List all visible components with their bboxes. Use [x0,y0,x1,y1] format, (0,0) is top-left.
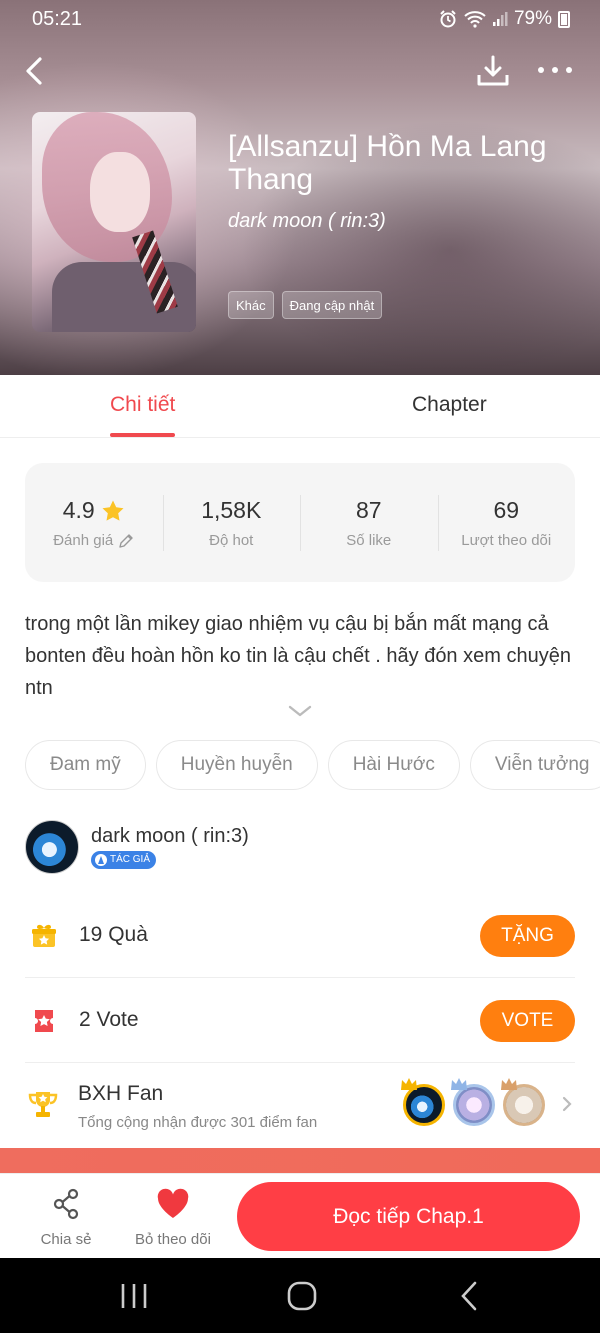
share-icon [53,1188,79,1220]
fan-avatar[interactable] [451,1078,495,1126]
system-navigation-bar [0,1258,600,1333]
gift-count: 19 [79,923,103,946]
author-name[interactable]: dark moon ( rin:3) [91,825,249,848]
badge-icon [95,854,107,866]
fan-avatar[interactable] [401,1078,445,1126]
back-chevron-icon [461,1281,477,1311]
unfollow-label: Bỏ theo dõi [135,1231,211,1248]
share-label: Chia sẻ [40,1231,92,1248]
genre-chip[interactable]: Viễn tưởng [469,740,600,790]
gift-label: Quà [108,923,148,946]
more-dot-icon [538,67,544,73]
gift-icon [32,924,56,947]
story-cover-image[interactable] [32,112,196,332]
stats-panel: 4.9 Đánh giá 1,58K Độ hot 87 Số like 69 … [25,463,575,582]
edit-pencil-icon [119,533,133,548]
trophy-icon [28,1092,58,1117]
stat-likes: 87 Số like [300,463,438,582]
back-button[interactable] [20,52,52,90]
vote-label: Vote [96,1008,139,1031]
home-button[interactable] [282,1280,322,1312]
status-icons: 79% [438,8,570,30]
battery-percent: 79% [513,8,552,29]
continue-reading-button[interactable]: Đọc tiếp Chap.1 [237,1182,580,1251]
hot-label: Độ hot [209,532,254,549]
fan-ranking-subtitle: Tổng cộng nhận được 301 điểm fan [78,1114,318,1131]
bottom-action-bar: Chia sẻ Bỏ theo dõi Đọc tiếp Chap.1 [0,1173,600,1258]
chevron-right-icon [562,1096,572,1112]
genre-chip[interactable]: Huyền huyễn [155,740,318,790]
tag-status: Đang cập nhật [281,291,383,319]
fan-avatar[interactable] [501,1078,545,1126]
rating-value: 4.9 [62,497,95,523]
rating-label: Đánh giá [53,532,114,549]
vote-row: 2 Vote VOTE [25,978,575,1063]
likes-label: Số like [346,532,392,549]
vote-button[interactable]: VOTE [480,1000,575,1042]
stat-follows: 69 Lượt theo dõi [437,463,576,582]
star-icon [102,500,124,521]
story-author[interactable]: dark moon ( rin:3) [228,210,386,233]
more-dot-icon [566,67,572,73]
fan-ranking-row[interactable]: BXH Fan Tổng cộng nhận được 301 điểm fan [25,1063,575,1148]
tab-bar: Chi tiết Chapter [0,375,600,438]
signal-icon [492,12,508,26]
status-bar: 05:21 79% [0,0,600,38]
genre-chip[interactable]: Hài Hước [327,740,460,790]
bronze-crown-icon [501,1078,517,1090]
heart-icon [157,1188,189,1218]
back-arrow-icon [26,57,42,85]
give-gift-button[interactable]: TẶNG [480,915,575,957]
system-back-button[interactable] [450,1280,490,1312]
story-tags: Khác Đang cập nhật [228,291,383,319]
share-button[interactable]: Chia sẻ [34,1188,98,1248]
status-time: 05:21 [32,8,83,30]
vote-count: 2 [79,1008,91,1031]
download-icon [477,55,509,86]
gift-row: 19 Quà TẶNG [25,893,575,978]
silver-crown-icon [451,1078,467,1090]
vote-count-text: 2 Vote [79,1008,139,1032]
more-options-button[interactable] [538,62,574,78]
genre-list: Đam mỹ Huyền huyễn Hài Hước Viễn tưởng [25,740,600,792]
fan-ranking-title: BXH Fan [78,1082,164,1105]
tab-details[interactable]: Chi tiết [110,393,176,437]
home-icon [287,1281,317,1311]
alarm-icon [440,10,456,28]
stat-hot: 1,58K Độ hot [162,463,301,582]
hot-value: 1,58K [201,497,262,523]
tab-chapter[interactable]: Chapter [412,393,487,417]
likes-value: 87 [355,497,382,523]
wifi-icon [464,11,486,28]
author-badge: TÁC GIẢ [91,851,157,869]
follows-value: 69 [493,497,520,523]
battery-icon [558,10,570,28]
follows-label: Lượt theo dõi [461,532,552,549]
download-button[interactable] [476,54,510,88]
recent-apps-icon [121,1284,147,1308]
gift-count-text: 19 Quà [79,923,148,947]
genre-chip[interactable]: Đam mỹ [25,740,146,790]
vote-ticket-icon [35,1010,53,1032]
chevron-down-icon [288,705,312,717]
top-fans [401,1078,545,1126]
author-badge-label: TÁC GIẢ [110,854,151,865]
author-avatar[interactable] [25,820,79,874]
story-title: [Allsanzu] Hồn Ma Lang Thang [228,130,547,196]
more-dot-icon [552,67,558,73]
expand-description-button[interactable] [288,703,312,719]
gold-crown-icon [401,1078,417,1090]
top-action-bar [0,48,600,94]
unfollow-button[interactable]: Bỏ theo dõi [128,1188,218,1248]
author-row[interactable]: dark moon ( rin:3) TÁC GIẢ [25,820,575,876]
tag-category: Khác [228,291,274,319]
recent-apps-button[interactable] [114,1280,154,1312]
story-description: trong một lần mikey giao nhiệm vụ cậu bị… [25,613,571,699]
stat-rating[interactable]: 4.9 Đánh giá [25,463,163,582]
